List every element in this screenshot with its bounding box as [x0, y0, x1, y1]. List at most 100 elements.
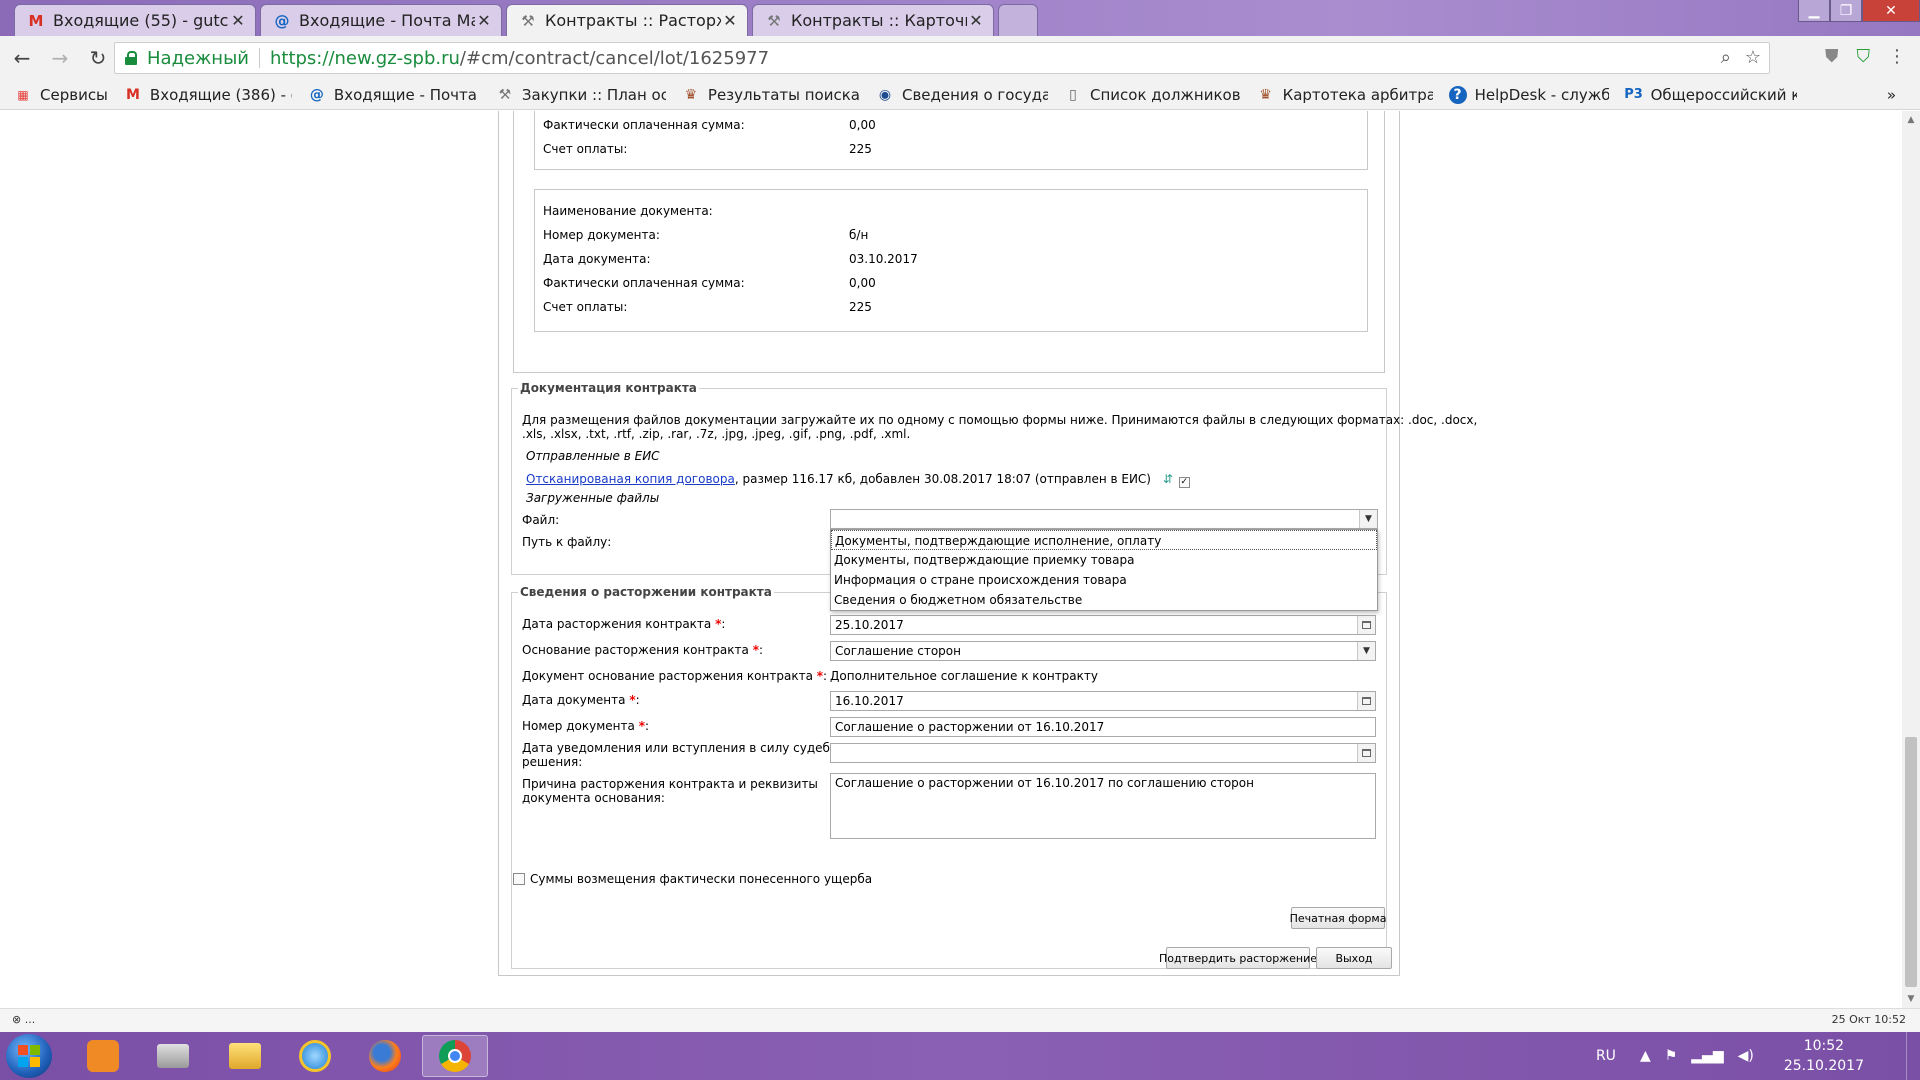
close-icon[interactable]: ✕ — [475, 11, 493, 30]
payment-row: Дата документа: 03.10.2017 — [543, 252, 918, 268]
start-button[interactable] — [6, 1034, 52, 1078]
termination-reason-textarea[interactable]: Соглашение о расторжении от 16.10.2017 п… — [830, 773, 1376, 839]
field-label: Номер документа: — [543, 228, 660, 242]
notification-date-input[interactable] — [830, 743, 1376, 763]
taskbar-app-chrome[interactable] — [422, 1035, 488, 1077]
exit-button[interactable]: Выход — [1316, 947, 1392, 969]
dropdown-option[interactable]: Сведения о бюджетном обязательстве — [831, 590, 1377, 610]
termination-basis-select[interactable]: Соглашение сторон ▼ — [830, 641, 1376, 661]
bookmark-item[interactable]: @ Входящие - Почта М — [308, 86, 480, 104]
field-value: 03.10.2017 — [849, 252, 918, 266]
tray-expand-icon[interactable]: ▲ — [1640, 1048, 1651, 1064]
emblem-icon: ♛ — [684, 86, 698, 103]
file-type-select[interactable]: ▼ — [830, 509, 1378, 529]
field-value: 225 — [849, 300, 872, 314]
windows-logo-icon — [18, 1045, 40, 1067]
scroll-down-icon[interactable]: ▼ — [1902, 994, 1920, 1004]
taskbar-app-firefox[interactable] — [352, 1035, 418, 1077]
status-left: ⊗ ... — [12, 1013, 36, 1026]
file-checkbox[interactable]: ✓ — [1178, 477, 1190, 488]
address-bar[interactable]: Надежный https://new.gz-spb.ru /#cm/cont… — [114, 42, 1770, 74]
confirm-termination-button[interactable]: Подтвердить расторжение — [1159, 947, 1317, 969]
document-number-input[interactable]: Соглашение о расторжении от 16.10.2017 — [830, 717, 1376, 737]
bookmark-item[interactable]: ♛ Картотека арбитраж — [1257, 86, 1432, 104]
forward-arrow-icon[interactable]: → — [44, 46, 76, 70]
payment-row: Фактически оплаченная сумма: 0,00 — [543, 276, 876, 292]
calendar-icon[interactable] — [1357, 616, 1375, 634]
close-window-icon[interactable]: ✕ — [1862, 0, 1920, 22]
close-icon[interactable]: ✕ — [229, 11, 247, 30]
language-indicator[interactable]: RU — [1596, 1048, 1616, 1064]
eis-sent-icon: ⇵ — [1162, 472, 1173, 486]
file-type-dropdown-list: Документы, подтверждающие исполнение, оп… — [830, 529, 1378, 611]
page-scrollbar[interactable]: ▲ ▼ — [1902, 111, 1920, 1008]
tab-contracts-card[interactable]: ⚒ Контракты :: Карточка к ✕ — [752, 4, 994, 36]
tab-gmail[interactable]: M Входящие (55) - gutcso@ ✕ — [14, 4, 256, 36]
calendar-icon[interactable] — [1357, 744, 1375, 762]
close-icon[interactable]: ✕ — [721, 11, 739, 30]
bookmark-item[interactable]: ? HelpDesk - служба т — [1448, 85, 1609, 104]
windows-taskbar: RU ▲ ⚑ ▂▄▆ ◀) 10:52 25.10.2017 — [0, 1032, 1920, 1080]
scroll-up-icon[interactable]: ▲ — [1902, 115, 1920, 125]
action-center-flag-icon[interactable]: ⚑ — [1665, 1048, 1678, 1064]
termination-date-input[interactable]: 25.10.2017 — [830, 615, 1376, 635]
tab-mailru[interactable]: @ Входящие - Почта Mail.Ru ✕ — [260, 4, 502, 36]
bookmark-item[interactable]: Р3 Общероссийский кл — [1625, 86, 1797, 104]
dropdown-option[interactable]: Документы, подтверждающие исполнение, оп… — [831, 530, 1377, 550]
file-meta: , размер 116.17 кб, добавлен 30.08.2017 … — [734, 472, 1151, 486]
taskbar-app-explorer[interactable] — [212, 1035, 278, 1077]
shield-extension-icon[interactable]: ⛊ — [1825, 46, 1839, 67]
termination-fieldset: Сведения о расторжении контракта Дата ра… — [511, 585, 1387, 969]
print-form-button[interactable]: Печатная форма — [1290, 907, 1386, 929]
volume-icon[interactable]: ◀) — [1738, 1048, 1754, 1064]
bookmark-item[interactable]: ♛ Результаты поиска — [682, 86, 860, 104]
damages-label: Суммы возмещения фактически понесенного … — [530, 872, 873, 886]
bookmarks-overflow-icon[interactable]: » — [1887, 86, 1896, 104]
termination-basis-label: Основание расторжения контракта *: — [522, 643, 764, 657]
gmail-icon: M — [28, 11, 44, 30]
minimize-icon[interactable]: ▁ — [1798, 0, 1830, 22]
dropdown-option[interactable]: Информация о стране происхождения товара — [831, 570, 1377, 590]
tab-title: Входящие (55) - gutcso@ — [53, 11, 229, 30]
field-label: Дата документа: — [543, 252, 651, 266]
back-arrow-icon[interactable]: ← — [6, 46, 38, 70]
file-download-link[interactable]: Отсканированая копия договора — [526, 472, 735, 486]
clock-time: 10:52 — [1803, 1038, 1845, 1054]
adguard-extension-icon[interactable]: ⛉ — [1857, 46, 1871, 67]
close-icon[interactable]: ✕ — [967, 11, 985, 30]
taskbar-app-printer[interactable] — [140, 1035, 206, 1077]
printer-icon — [157, 1044, 189, 1068]
payment-row: Счет оплаты: 225 — [543, 142, 872, 158]
dropdown-option[interactable]: Документы, подтверждающие приемку товара — [831, 550, 1377, 570]
show-desktop-button[interactable] — [1906, 1032, 1920, 1080]
maximize-icon[interactable]: ❐ — [1830, 0, 1862, 22]
new-tab-button[interactable] — [998, 4, 1038, 36]
chevron-down-icon[interactable]: ▼ — [1357, 642, 1375, 660]
bookmark-item[interactable]: M Входящие (386) - gu — [124, 86, 292, 104]
clock-date: 25.10.2017 — [1783, 1058, 1864, 1074]
field-value: 0,00 — [849, 118, 876, 132]
chevron-down-icon[interactable]: ▼ — [1359, 510, 1377, 528]
document-date-input[interactable]: 16.10.2017 — [830, 691, 1376, 711]
bookmark-label: HelpDesk - служба т — [1474, 85, 1609, 104]
bookmark-star-icon[interactable]: ☆ — [1745, 47, 1761, 68]
zoom-icon[interactable]: ⌕ — [1721, 47, 1731, 68]
bookmark-item[interactable]: ⚒ Закупки :: План осу — [496, 86, 666, 104]
bookmark-item[interactable]: ▦ Сервисы — [14, 86, 108, 104]
scrollbar-thumb[interactable] — [1905, 737, 1917, 987]
page-status-strip: ⊗ ... 25 Окт 10:52 — [0, 1008, 1920, 1032]
file-type-label: Файл: — [522, 513, 560, 527]
app-hand-icon — [87, 1040, 119, 1072]
taskbar-app-hands[interactable] — [70, 1035, 136, 1077]
calendar-icon[interactable] — [1357, 692, 1375, 710]
reload-icon[interactable]: ↻ — [82, 46, 114, 70]
bookmark-item[interactable]: ▯ Список должников — [1064, 86, 1240, 104]
network-signal-icon[interactable]: ▂▄▆ — [1691, 1048, 1723, 1064]
menu-dots-icon[interactable]: ⋮ — [1888, 46, 1906, 67]
damages-checkbox[interactable] — [513, 873, 525, 885]
taskbar-clock[interactable]: 10:52 25.10.2017 — [1784, 1036, 1864, 1076]
payment-doc-block: Фактически оплаченная сумма: 0,00 Счет о… — [534, 111, 1368, 170]
taskbar-app-ie[interactable] — [282, 1035, 348, 1077]
tab-contracts-cancel[interactable]: ⚒ Контракты :: Расторжение ✕ — [506, 4, 748, 36]
bookmark-item[interactable]: ◉ Сведения о государ — [876, 86, 1048, 104]
